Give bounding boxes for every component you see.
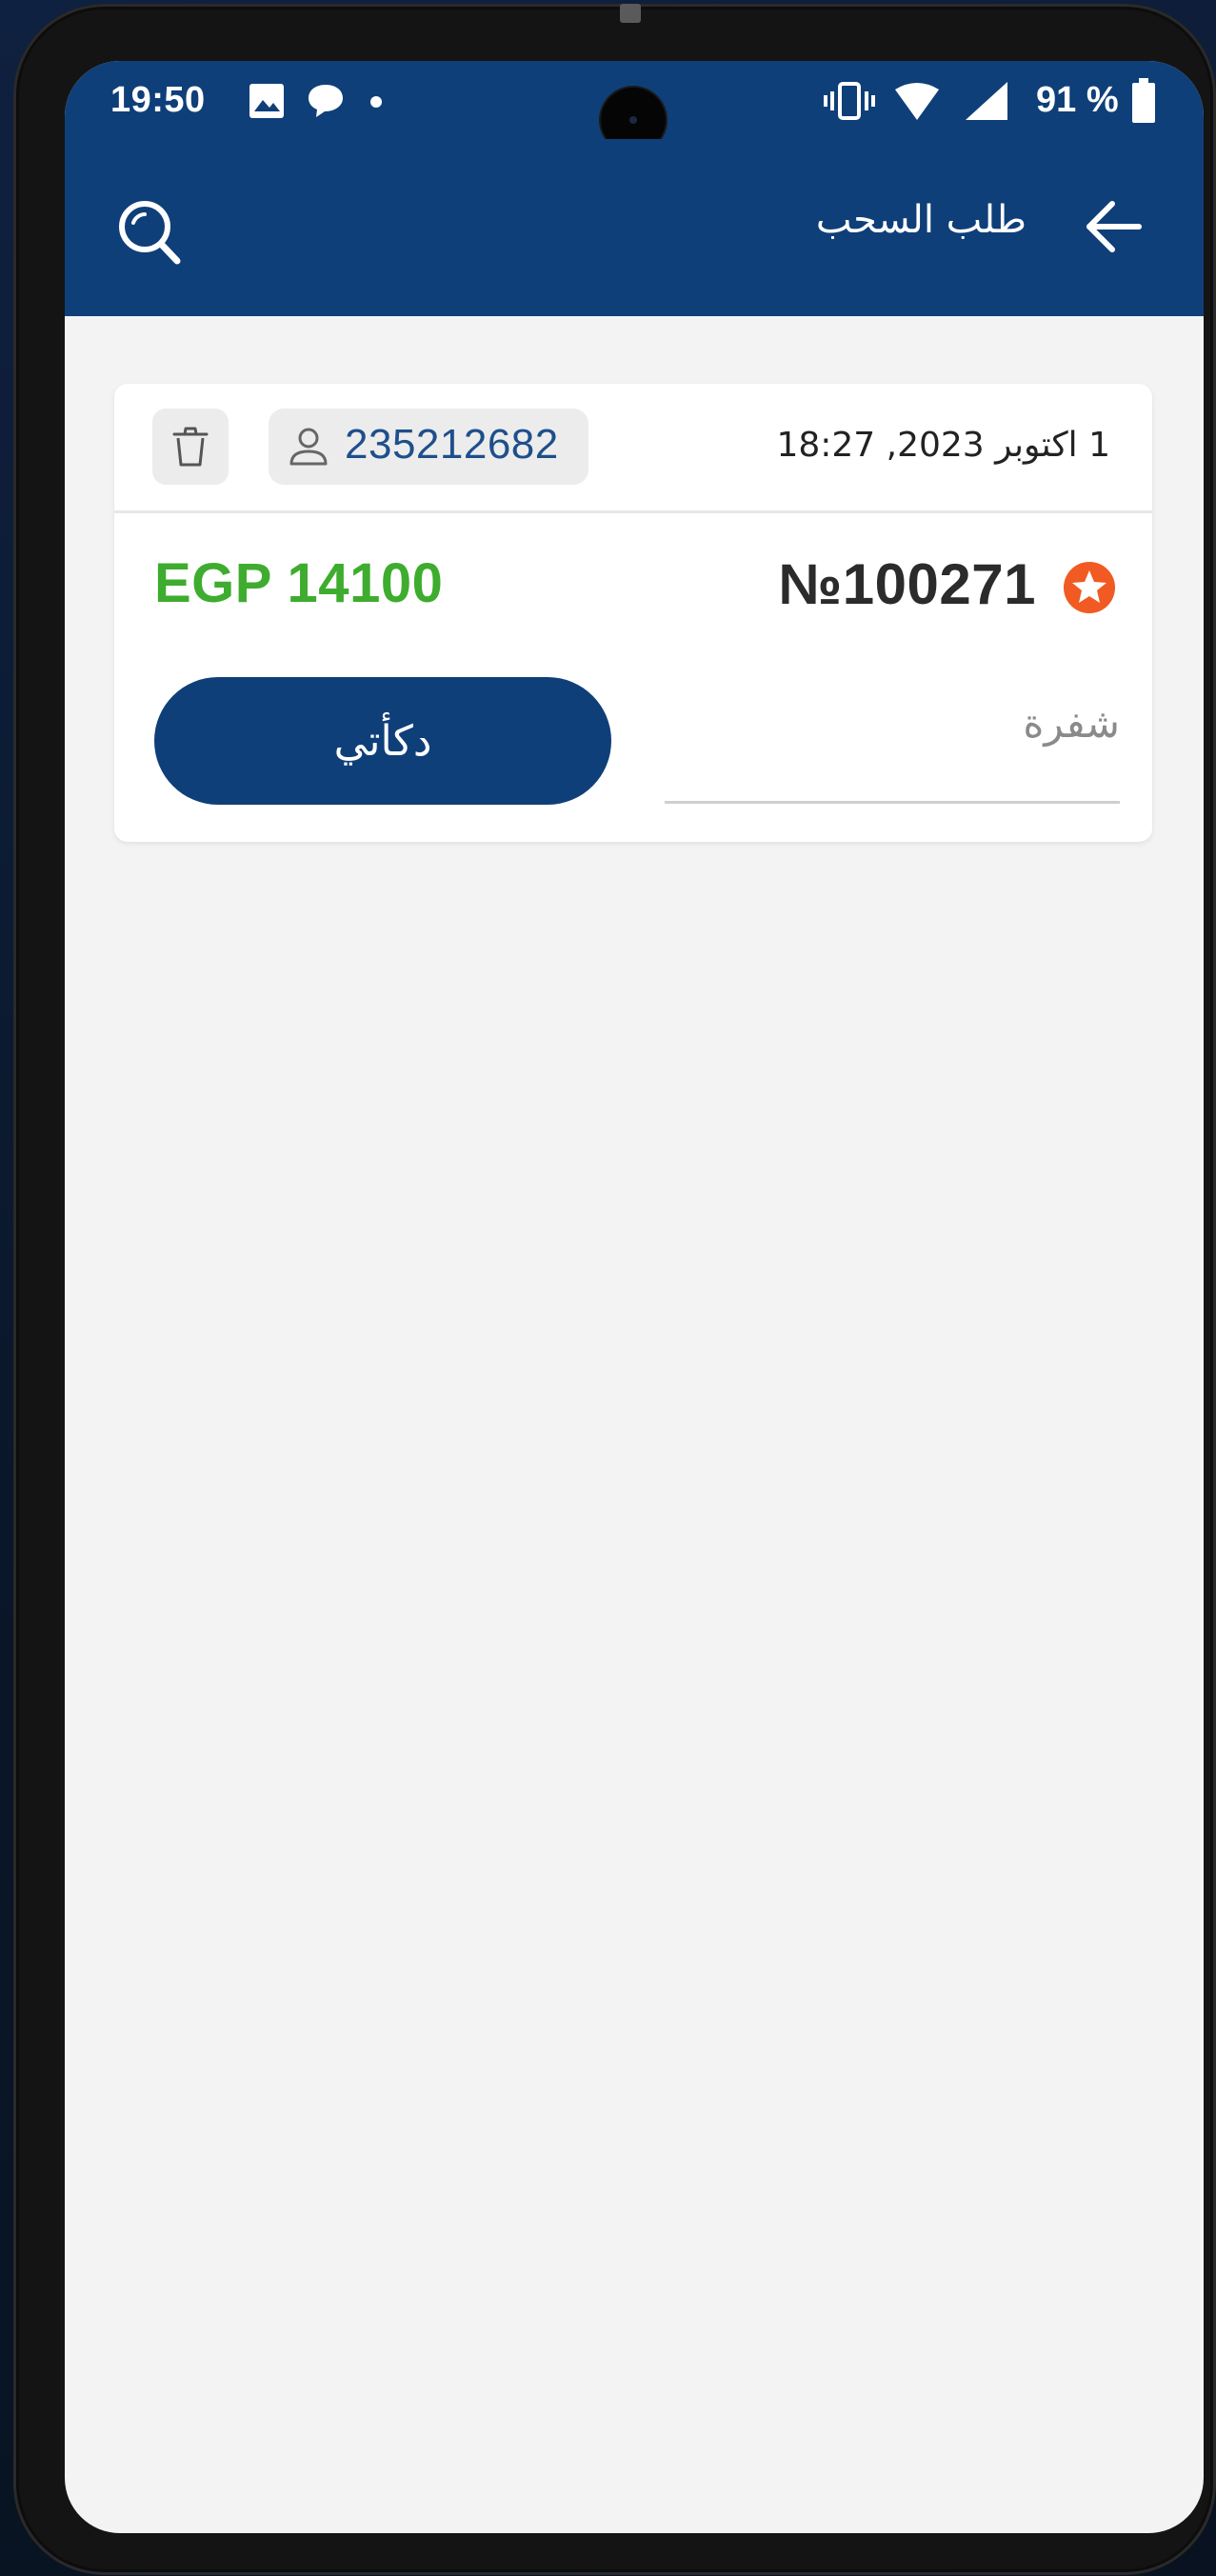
app-bar: طلب السحب (65, 139, 1204, 316)
card-header: 235212682 1 اكتوبر 2023, 18:27 (114, 384, 1152, 513)
battery-percentage: 91 % (1036, 80, 1119, 120)
dot-icon (370, 96, 382, 108)
wifi-icon (895, 83, 939, 120)
phone-frame: 19:50 91 % طلب السحب 235212682 1 اكتوبر … (13, 4, 1216, 2575)
chat-icon (309, 85, 343, 117)
trash-icon (172, 427, 209, 467)
withdrawal-request-card: 235212682 1 اكتوبر 2023, 18:27 EGP 14100… (114, 384, 1152, 842)
order-number: №100271 (778, 552, 1036, 616)
arrow-back-icon[interactable] (1084, 196, 1145, 257)
star-badge-icon (1064, 562, 1115, 613)
vibrate-icon (824, 82, 875, 120)
delete-button[interactable] (152, 409, 229, 485)
request-amount: EGP 14100 (154, 552, 444, 614)
phone-top-sensor (620, 4, 641, 23)
user-id-chip[interactable]: 235212682 (269, 409, 588, 485)
image-icon (249, 84, 284, 118)
code-input[interactable]: شفرة (665, 671, 1120, 804)
status-time: 19:50 (110, 80, 206, 120)
code-placeholder: شفرة (1023, 700, 1120, 747)
status-bar: 19:50 91 % (65, 61, 1204, 152)
camera-lens (629, 116, 637, 124)
request-date: 1 اكتوبر 2023, 18:27 (776, 426, 1110, 465)
search-icon[interactable] (116, 198, 183, 267)
app-screen: 19:50 91 % طلب السحب 235212682 1 اكتوبر … (65, 61, 1204, 2533)
battery-icon (1132, 78, 1155, 123)
user-icon (289, 428, 328, 466)
user-id: 235212682 (345, 421, 559, 468)
dukkati-button[interactable]: دكأتي (154, 677, 611, 805)
page-title: طلب السحب (815, 198, 1027, 242)
signal-icon (966, 82, 1007, 120)
